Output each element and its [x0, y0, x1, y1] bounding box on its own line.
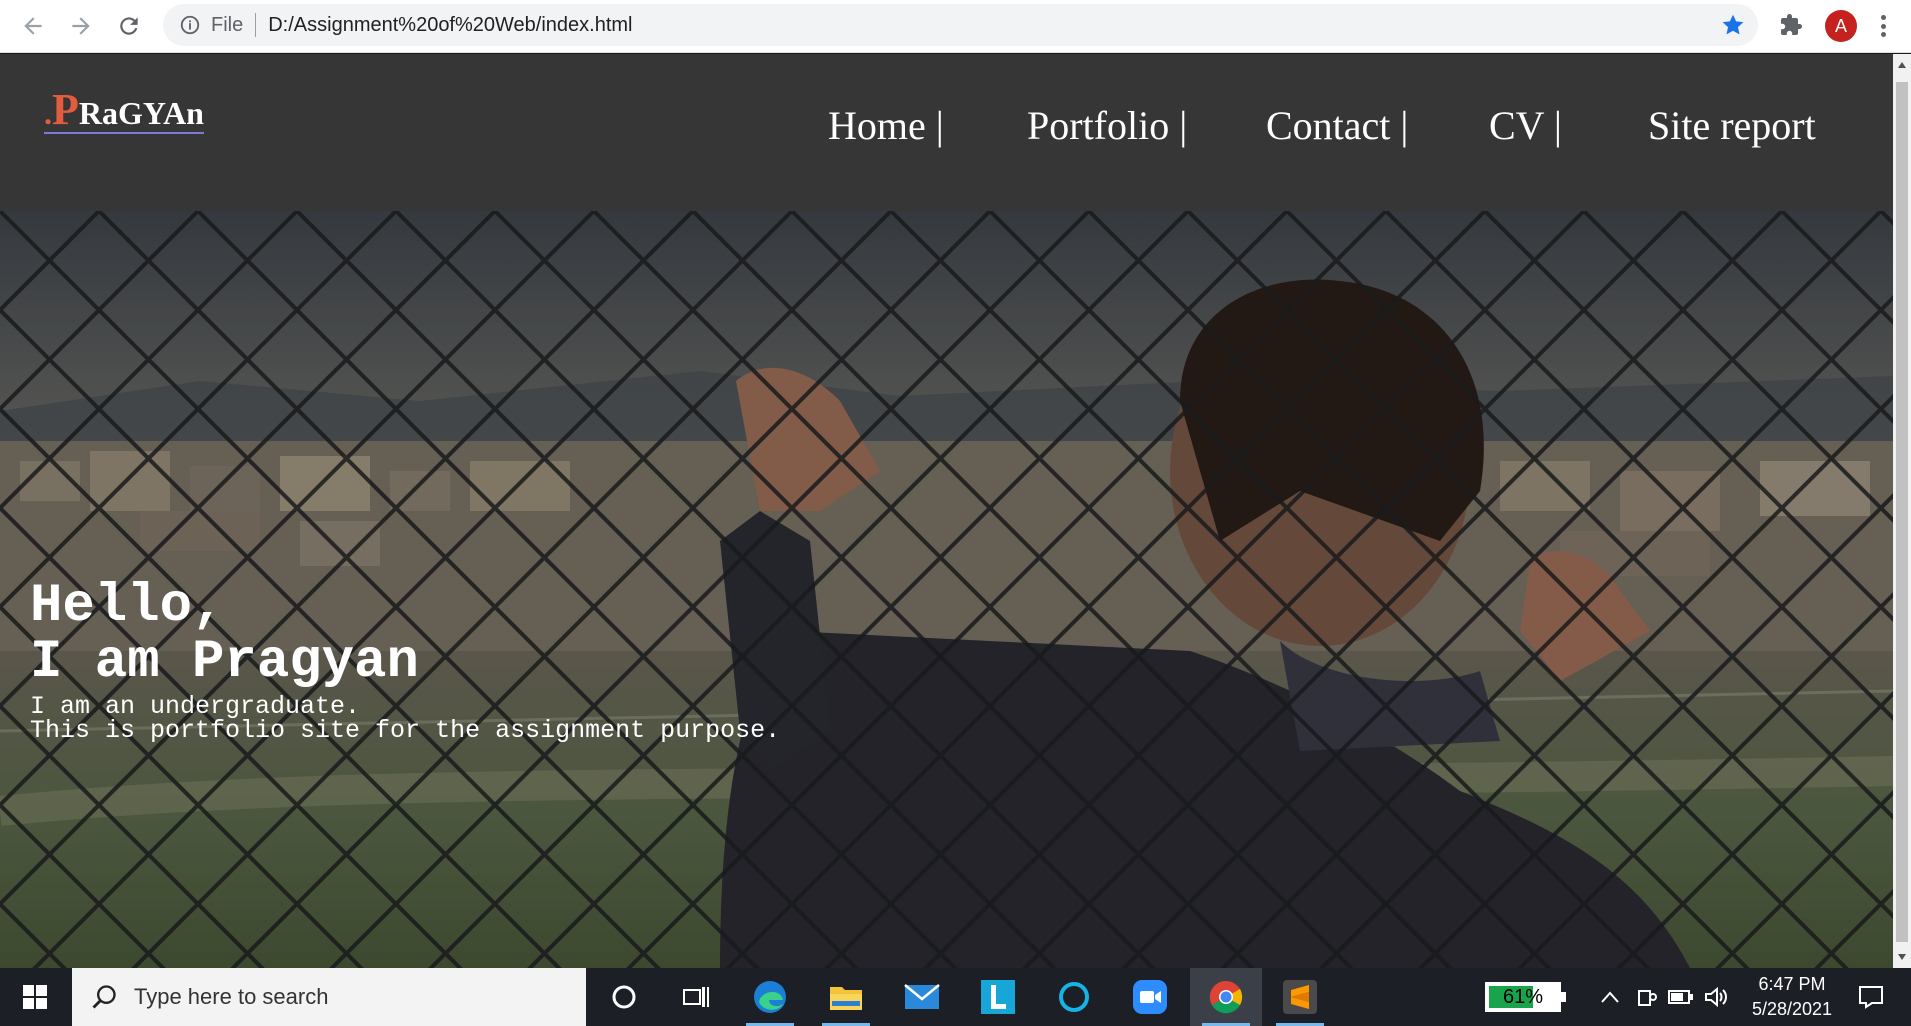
- extensions-puzzle-icon[interactable]: [1776, 10, 1806, 40]
- site-header: .PRaGYAn Home | Portfolio | Contact | CV…: [0, 54, 1893, 211]
- nav-site-report[interactable]: Site report: [1648, 96, 1816, 156]
- page-scrollbar[interactable]: [1893, 54, 1911, 968]
- search-icon: [92, 985, 116, 1009]
- battery-indicator[interactable]: 61%: [1485, 982, 1566, 1012]
- site-info-label: File: [211, 13, 244, 36]
- search-placeholder: Type here to search: [134, 984, 329, 1009]
- info-icon[interactable]: [177, 12, 203, 38]
- task-view-icon: [683, 987, 709, 1007]
- back-arrow-icon: [24, 17, 42, 35]
- hero-subtitle: I am an undergraduate. This is portfolio…: [30, 692, 781, 745]
- address-separator: [255, 13, 257, 37]
- reload-icon: [120, 17, 138, 35]
- chrome-browser-icon: [1209, 980, 1243, 1014]
- nav-home[interactable]: Home |: [828, 96, 944, 156]
- taskbar-search-box[interactable]: Type here to search: [72, 968, 586, 1026]
- tray-volume-icon[interactable]: [1703, 984, 1729, 1010]
- main-nav: Home | Portfolio | Contact | CV | Site r…: [0, 96, 1893, 156]
- reload-button[interactable]: [111, 8, 147, 44]
- clock-date: 5/28/2021: [1751, 999, 1833, 1019]
- taskbar-l-app[interactable]: [962, 968, 1034, 1026]
- taskbar-edge[interactable]: [734, 968, 806, 1026]
- edge-browser-icon: [754, 981, 786, 1013]
- scroll-up-arrow-icon[interactable]: [1897, 60, 1907, 70]
- cortana-circle-icon: [612, 985, 636, 1009]
- taskbar-clock[interactable]: 6:47 PM 5/28/2021: [1738, 972, 1846, 1022]
- taskbar-file-explorer[interactable]: [810, 968, 882, 1026]
- tray-battery-icon[interactable]: [1668, 984, 1694, 1010]
- forward-button[interactable]: [63, 8, 99, 44]
- taskbar-chrome[interactable]: [1190, 968, 1262, 1026]
- taskbar-mail[interactable]: [886, 968, 958, 1026]
- folder-icon: [830, 987, 862, 1010]
- clock-time: 6:47 PM: [1758, 974, 1826, 994]
- tray-chevron-up-icon[interactable]: [1597, 984, 1623, 1010]
- url-text[interactable]: D:/Assignment%20of%20Web/index.html: [268, 14, 632, 37]
- scroll-down-arrow-icon[interactable]: [1897, 952, 1907, 962]
- sublime-text-icon: [1283, 980, 1317, 1014]
- taskbar-zoom[interactable]: [1114, 968, 1186, 1026]
- profile-avatar[interactable]: A: [1825, 10, 1857, 42]
- browser-toolbar: File D:/Assignment%20of%20Web/index.html…: [0, 0, 1911, 53]
- start-button[interactable]: [0, 968, 70, 1026]
- hero-title: Hello, I am Pragyan: [30, 576, 419, 693]
- taskbar-cortana-ring[interactable]: [1038, 968, 1110, 1026]
- back-button[interactable]: [15, 8, 51, 44]
- hero-section: Hello, I am Pragyan I am an undergraduat…: [0, 211, 1893, 968]
- zoom-camera-icon: [1133, 980, 1167, 1014]
- cortana-button[interactable]: [588, 968, 660, 1026]
- windows-taskbar: Type here to search 61% 6:47 PM 5/28/202…: [0, 968, 1911, 1026]
- scrollbar-thumb[interactable]: [1896, 82, 1908, 942]
- menu-kebab-icon[interactable]: [1873, 12, 1893, 40]
- windows-logo-icon: [23, 985, 47, 1009]
- address-bar[interactable]: File D:/Assignment%20of%20Web/index.html: [163, 4, 1758, 46]
- notification-center-icon[interactable]: [1856, 982, 1886, 1012]
- nav-contact[interactable]: Contact |: [1266, 96, 1408, 156]
- alexa-ring-icon: [1059, 982, 1089, 1012]
- l-app-icon: [981, 980, 1015, 1014]
- mail-envelope-icon: [904, 984, 940, 1009]
- page-viewport: .PRaGYAn Home | Portfolio | Contact | CV…: [0, 54, 1893, 968]
- battery-terminal: [1561, 992, 1566, 1002]
- nav-cv[interactable]: CV |: [1489, 96, 1562, 156]
- hero-text-block: Hello, I am Pragyan I am an undergraduat…: [30, 576, 781, 745]
- battery-percent: 61%: [1502, 985, 1544, 1008]
- taskbar-sublime[interactable]: [1264, 968, 1336, 1026]
- task-view-button[interactable]: [660, 968, 732, 1026]
- tray-device-icon[interactable]: [1634, 984, 1660, 1010]
- bookmark-star-icon[interactable]: [1720, 12, 1746, 38]
- forward-arrow-icon: [72, 17, 90, 35]
- nav-portfolio[interactable]: Portfolio |: [1027, 96, 1187, 156]
